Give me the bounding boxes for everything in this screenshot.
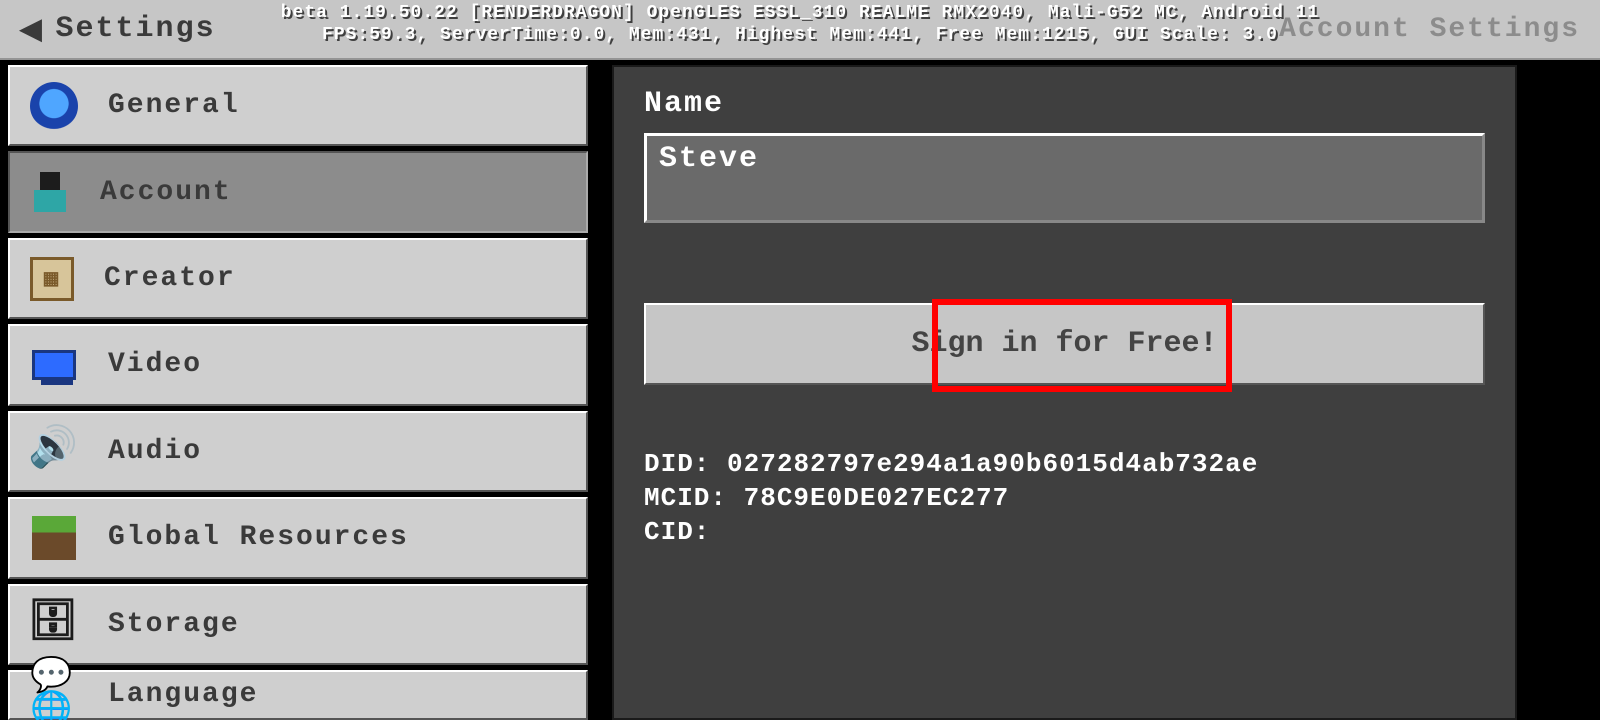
did-label: DID:	[644, 449, 710, 479]
sidebar-item-label: Storage	[108, 609, 240, 640]
mcid-value: 78C9E0DE027EC277	[744, 483, 1010, 513]
name-label: Name	[644, 87, 1485, 121]
cid-label: CID:	[644, 517, 710, 547]
mcid-row: MCID: 78C9E0DE027EC277	[644, 481, 1485, 515]
sidebar-item-label: Global Resources	[108, 522, 409, 553]
sidebar-item-language[interactable]: 💬🌐 Language	[8, 670, 588, 720]
grass-icon	[32, 516, 76, 560]
did-row: DID: 027282797e294a1a90b6015d4ab732ae	[644, 447, 1485, 481]
header-bar: ◀ Settings Account Settings beta 1.19.50…	[0, 0, 1600, 60]
name-input[interactable]: Steve	[644, 133, 1485, 223]
globe-icon	[30, 82, 78, 130]
mcid-label: MCID:	[644, 483, 727, 513]
did-value: 027282797e294a1a90b6015d4ab732ae	[727, 449, 1258, 479]
sidebar-item-label: Video	[108, 349, 202, 380]
sidebar-item-storage[interactable]: 🗄 Storage	[8, 584, 588, 665]
sidebar-item-label: Audio	[108, 436, 202, 467]
sidebar-item-label: General	[108, 90, 240, 121]
language-icon: 💬🌐	[30, 671, 78, 719]
sidebar-item-video[interactable]: Video	[8, 324, 588, 405]
pane-divider	[596, 60, 612, 720]
id-block: DID: 027282797e294a1a90b6015d4ab732ae MC…	[644, 447, 1485, 549]
main-split: General Account ▦ Creator Video 🔊 Audio …	[0, 60, 1600, 720]
video-icon	[32, 350, 76, 380]
header-subtitle: Account Settings	[1279, 14, 1580, 45]
sidebar-item-account[interactable]: Account	[8, 151, 588, 232]
signin-button-label: Sign in for Free!	[911, 327, 1217, 361]
sidebar-item-label: Creator	[104, 263, 236, 294]
account-icon	[30, 172, 70, 212]
back-icon[interactable]: ◀	[20, 12, 44, 47]
right-deadzone	[1525, 60, 1600, 720]
sidebar-item-label: Account	[100, 177, 232, 208]
cid-row: CID:	[644, 515, 1485, 549]
settings-sidebar: General Account ▦ Creator Video 🔊 Audio …	[0, 60, 596, 720]
sidebar-item-label: Language	[108, 679, 258, 710]
creator-icon: ▦	[30, 257, 74, 301]
sidebar-item-creator[interactable]: ▦ Creator	[8, 238, 588, 319]
account-panel: Name Steve Sign in for Free! DID: 027282…	[612, 65, 1517, 720]
audio-icon: 🔊	[30, 427, 78, 475]
storage-icon: 🗄	[30, 600, 78, 648]
sidebar-item-audio[interactable]: 🔊 Audio	[8, 411, 588, 492]
sidebar-item-general[interactable]: General	[8, 65, 588, 146]
page-title: Settings	[56, 12, 216, 46]
signin-button[interactable]: Sign in for Free!	[644, 303, 1485, 385]
sidebar-item-global-resources[interactable]: Global Resources	[8, 497, 588, 578]
